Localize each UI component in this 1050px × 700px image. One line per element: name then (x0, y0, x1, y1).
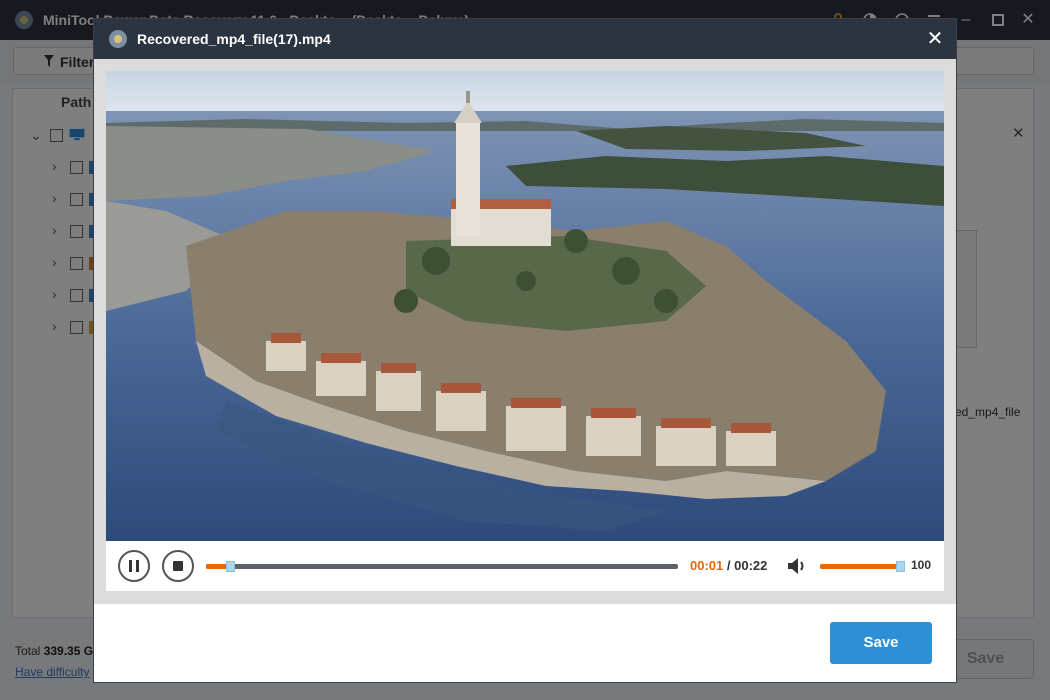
seek-bar[interactable] (206, 561, 678, 572)
stop-button[interactable] (162, 550, 194, 582)
current-time: 00:01 (690, 558, 724, 573)
volume-slider[interactable] (820, 561, 905, 572)
dialog-body: 00:01 / 00:22 100 (94, 59, 956, 604)
preview-dialog: Recovered_mp4_file(17).mp4 ✕ 00:01 / 00:… (93, 18, 957, 683)
pause-button[interactable] (118, 550, 150, 582)
save-button[interactable]: Save (830, 622, 932, 664)
seek-handle[interactable] (226, 561, 235, 572)
stop-icon (173, 561, 183, 571)
time-separator: / (726, 558, 731, 573)
pause-icon (129, 560, 139, 572)
volume-value: 100 (911, 558, 932, 572)
dialog-header: Recovered_mp4_file(17).mp4 ✕ (94, 19, 956, 59)
player-controls: 00:01 / 00:22 100 (106, 541, 944, 591)
close-icon[interactable]: ✕ (923, 27, 947, 51)
video-frame (106, 71, 944, 541)
time-display: 00:01 / 00:22 (690, 558, 767, 573)
volume-handle[interactable] (896, 561, 905, 572)
dialog-title: Recovered_mp4_file(17).mp4 (137, 31, 331, 47)
app-logo-icon (109, 30, 127, 48)
total-time: 00:22 (734, 558, 768, 573)
speaker-icon[interactable] (786, 556, 808, 576)
dialog-footer: Save (94, 604, 956, 682)
